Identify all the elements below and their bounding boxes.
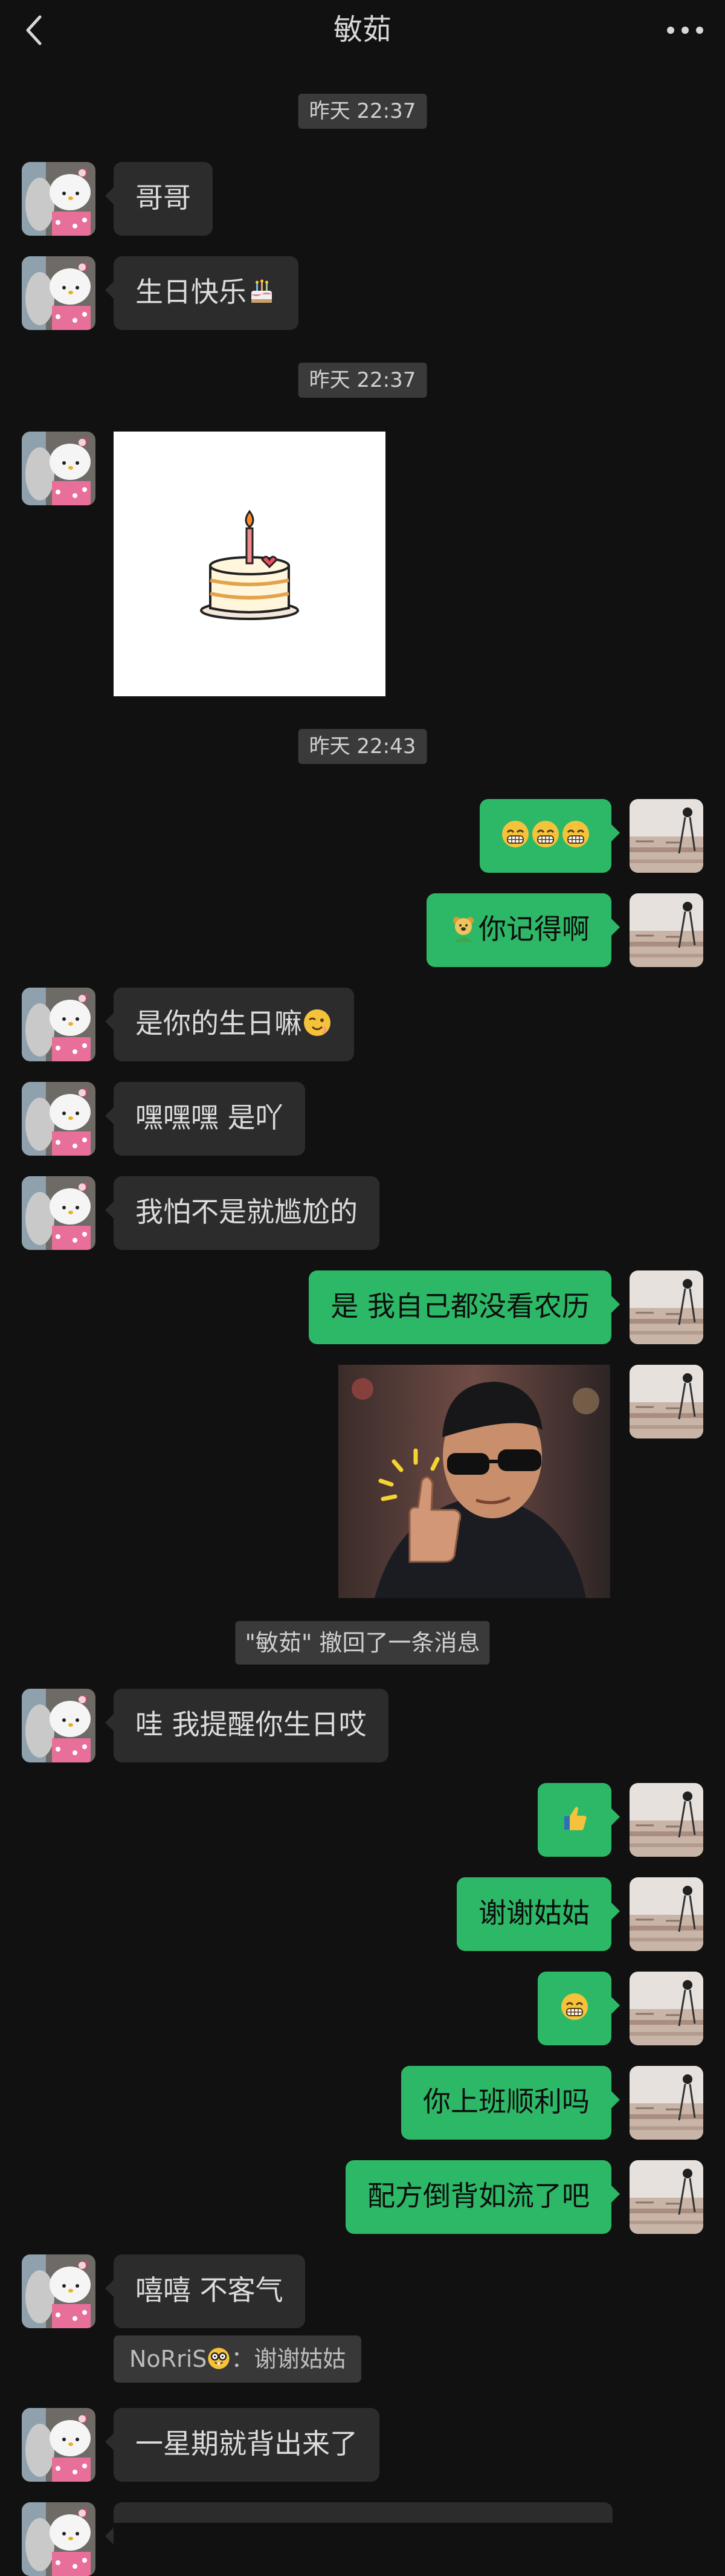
message-text: 你记得啊 <box>478 913 590 945</box>
contact-avatar[interactable] <box>22 432 95 505</box>
message-text: 哥哥 <box>135 181 191 214</box>
contact-avatar[interactable] <box>22 256 95 330</box>
my-avatar[interactable] <box>630 893 703 967</box>
contact-avatar[interactable] <box>22 2408 95 2482</box>
message-text: 生日快乐 <box>135 276 246 308</box>
my-avatar[interactable] <box>630 1365 703 1438</box>
grin-emoji-icon <box>561 819 591 849</box>
incoming-message[interactable]: 哇 我提醒你生日哎 <box>105 1689 388 1762</box>
incoming-message[interactable] <box>105 2502 613 2545</box>
my-avatar[interactable] <box>630 1877 703 1951</box>
self-avatar-icon <box>630 893 703 967</box>
outgoing-message[interactable]: 谢谢姑姑 <box>457 1877 620 1951</box>
hello-kitty-avatar-icon <box>22 162 95 236</box>
outgoing-message[interactable] <box>538 1783 620 1857</box>
thumbs-up-sunglasses-icon <box>338 1365 610 1598</box>
more-button[interactable] <box>662 13 708 47</box>
message-text: 是你的生日嘛 <box>135 1007 302 1040</box>
incoming-message[interactable]: 哥哥 <box>105 162 213 236</box>
message-text: 嘿嘿嘿 是吖 <box>135 1101 283 1134</box>
quote-text: ：谢谢姑姑 <box>231 2346 346 2372</box>
hello-kitty-avatar-icon <box>22 256 95 330</box>
quote-author: NoRriS <box>129 2346 207 2372</box>
incoming-message[interactable]: 嘻嘻 不客气 <box>105 2254 305 2328</box>
hello-kitty-avatar-icon <box>22 2408 95 2482</box>
hello-kitty-avatar-icon <box>22 1176 95 1250</box>
my-avatar[interactable] <box>630 799 703 873</box>
bear-emoji-icon <box>448 913 478 943</box>
chat-header: 敏茹 <box>0 0 725 60</box>
contact-avatar[interactable] <box>22 1689 95 1762</box>
nerd-emoji-icon <box>207 2346 231 2371</box>
message-text: 嘻嘻 不客气 <box>135 2274 283 2306</box>
incoming-message[interactable]: 生日快乐 <box>105 256 298 330</box>
hello-kitty-avatar-icon <box>22 2502 95 2576</box>
self-avatar-icon <box>630 2160 703 2234</box>
wink-emoji-icon <box>302 1008 332 1038</box>
hello-kitty-avatar-icon <box>22 1082 95 1156</box>
message-text: 你上班顺利吗 <box>423 2085 590 2118</box>
outgoing-message[interactable]: 是 我自己都没看农历 <box>309 1270 620 1344</box>
self-avatar-icon <box>630 1783 703 1857</box>
self-avatar-icon <box>630 799 703 873</box>
timestamp: 昨天 22:43 <box>298 729 427 764</box>
contact-avatar[interactable] <box>22 988 95 1061</box>
self-avatar-icon <box>630 2066 703 2140</box>
contact-avatar[interactable] <box>22 2502 95 2576</box>
my-avatar[interactable] <box>630 2160 703 2234</box>
my-avatar[interactable] <box>630 1972 703 2045</box>
recall-notice: "敏茹" 撤回了一条消息 <box>235 1621 490 1665</box>
message-text: 我怕不是就尴尬的 <box>135 1196 358 1228</box>
outgoing-message[interactable]: 配方倒背如流了吧 <box>346 2160 620 2234</box>
self-avatar-icon <box>630 1365 703 1438</box>
outgoing-message[interactable] <box>480 799 620 873</box>
quoted-message[interactable]: NoRriS ：谢谢姑姑 <box>114 2335 362 2383</box>
outgoing-message[interactable]: 你上班顺利吗 <box>401 2066 620 2140</box>
meme-image[interactable] <box>338 1365 610 1598</box>
grin-emoji-icon <box>500 819 530 849</box>
outgoing-message[interactable]: 你记得啊 <box>427 893 620 967</box>
message-text: 谢谢姑姑 <box>478 1897 590 1929</box>
hello-kitty-avatar-icon <box>22 432 95 505</box>
message-text: 配方倒背如流了吧 <box>367 2180 590 2212</box>
thumbs-up-emoji-icon <box>559 1803 590 1833</box>
self-avatar-icon <box>630 1877 703 1951</box>
my-avatar[interactable] <box>630 1270 703 1344</box>
my-avatar[interactable] <box>630 1783 703 1857</box>
hello-kitty-avatar-icon <box>22 2254 95 2328</box>
message-text: 一星期就背出来了 <box>135 2427 358 2460</box>
contact-avatar[interactable] <box>22 1176 95 1250</box>
birthday-cake-sticker[interactable] <box>114 432 385 696</box>
self-avatar-icon <box>630 1270 703 1344</box>
incoming-message[interactable]: 嘿嘿嘿 是吖 <box>105 1082 305 1156</box>
timestamp: 昨天 22:37 <box>298 363 427 398</box>
cake-emoji-icon <box>246 276 277 306</box>
birthday-cake-icon <box>114 432 385 696</box>
outgoing-message[interactable] <box>538 1972 620 2045</box>
contact-avatar[interactable] <box>22 1082 95 1156</box>
my-avatar[interactable] <box>630 2066 703 2140</box>
grin-emoji-icon <box>559 1992 590 2022</box>
self-avatar-icon <box>630 1972 703 2045</box>
timestamp: 昨天 22:37 <box>298 94 427 129</box>
chat-title: 敏茹 <box>333 13 392 47</box>
message-text: 是 我自己都没看农历 <box>330 1290 590 1322</box>
incoming-message[interactable]: 我怕不是就尴尬的 <box>105 1176 379 1250</box>
hello-kitty-avatar-icon <box>22 988 95 1061</box>
incoming-message[interactable]: 是你的生日嘛 <box>105 988 354 1061</box>
incoming-message[interactable]: 一星期就背出来了 <box>105 2408 379 2482</box>
contact-avatar[interactable] <box>22 162 95 236</box>
contact-avatar[interactable] <box>22 2254 95 2328</box>
hello-kitty-avatar-icon <box>22 1689 95 1762</box>
message-text: 哇 我提醒你生日哎 <box>135 1708 367 1741</box>
more-horizontal-icon <box>667 27 703 34</box>
grin-emoji-icon <box>530 819 561 849</box>
